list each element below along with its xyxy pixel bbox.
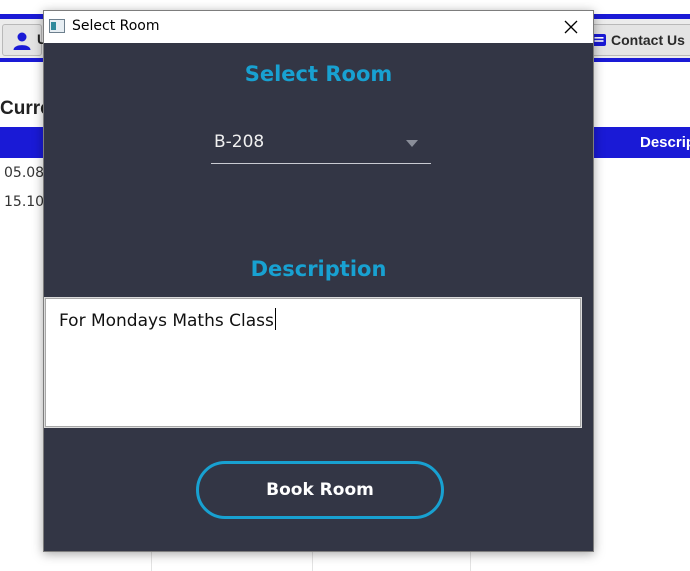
close-button[interactable] (549, 11, 593, 43)
description-heading: Description (250, 257, 387, 281)
description-textarea[interactable]: For Mondays Maths Class (44, 297, 582, 428)
column-header-description: Descrip (640, 134, 690, 151)
table-column-divider (312, 550, 313, 571)
text-caret (274, 308, 276, 330)
description-text: For Mondays Maths Class (59, 308, 276, 331)
room-select-value: B-208 (214, 132, 265, 152)
table-column-divider (470, 550, 471, 571)
dialog-title: Select Room (72, 18, 160, 34)
table-column-divider (151, 550, 152, 571)
close-icon (564, 20, 578, 34)
contact-us-label: Contact Us (611, 32, 685, 48)
description-value: For Mondays Maths Class (59, 311, 274, 331)
user-button[interactable]: U (2, 24, 47, 56)
book-room-button[interactable]: Book Room (196, 461, 444, 519)
user-icon (13, 32, 31, 50)
select-room-dialog: Select Room Select Room B-208 Descriptio… (43, 10, 594, 552)
dialog-titlebar[interactable]: Select Room (44, 11, 593, 43)
select-room-heading: Select Room (244, 62, 393, 86)
chevron-down-icon (406, 140, 418, 147)
room-select[interactable]: B-208 (211, 130, 431, 164)
window-app-icon (49, 19, 65, 33)
contact-us-button[interactable]: Contact Us (588, 24, 690, 56)
book-room-label: Book Room (266, 480, 374, 500)
